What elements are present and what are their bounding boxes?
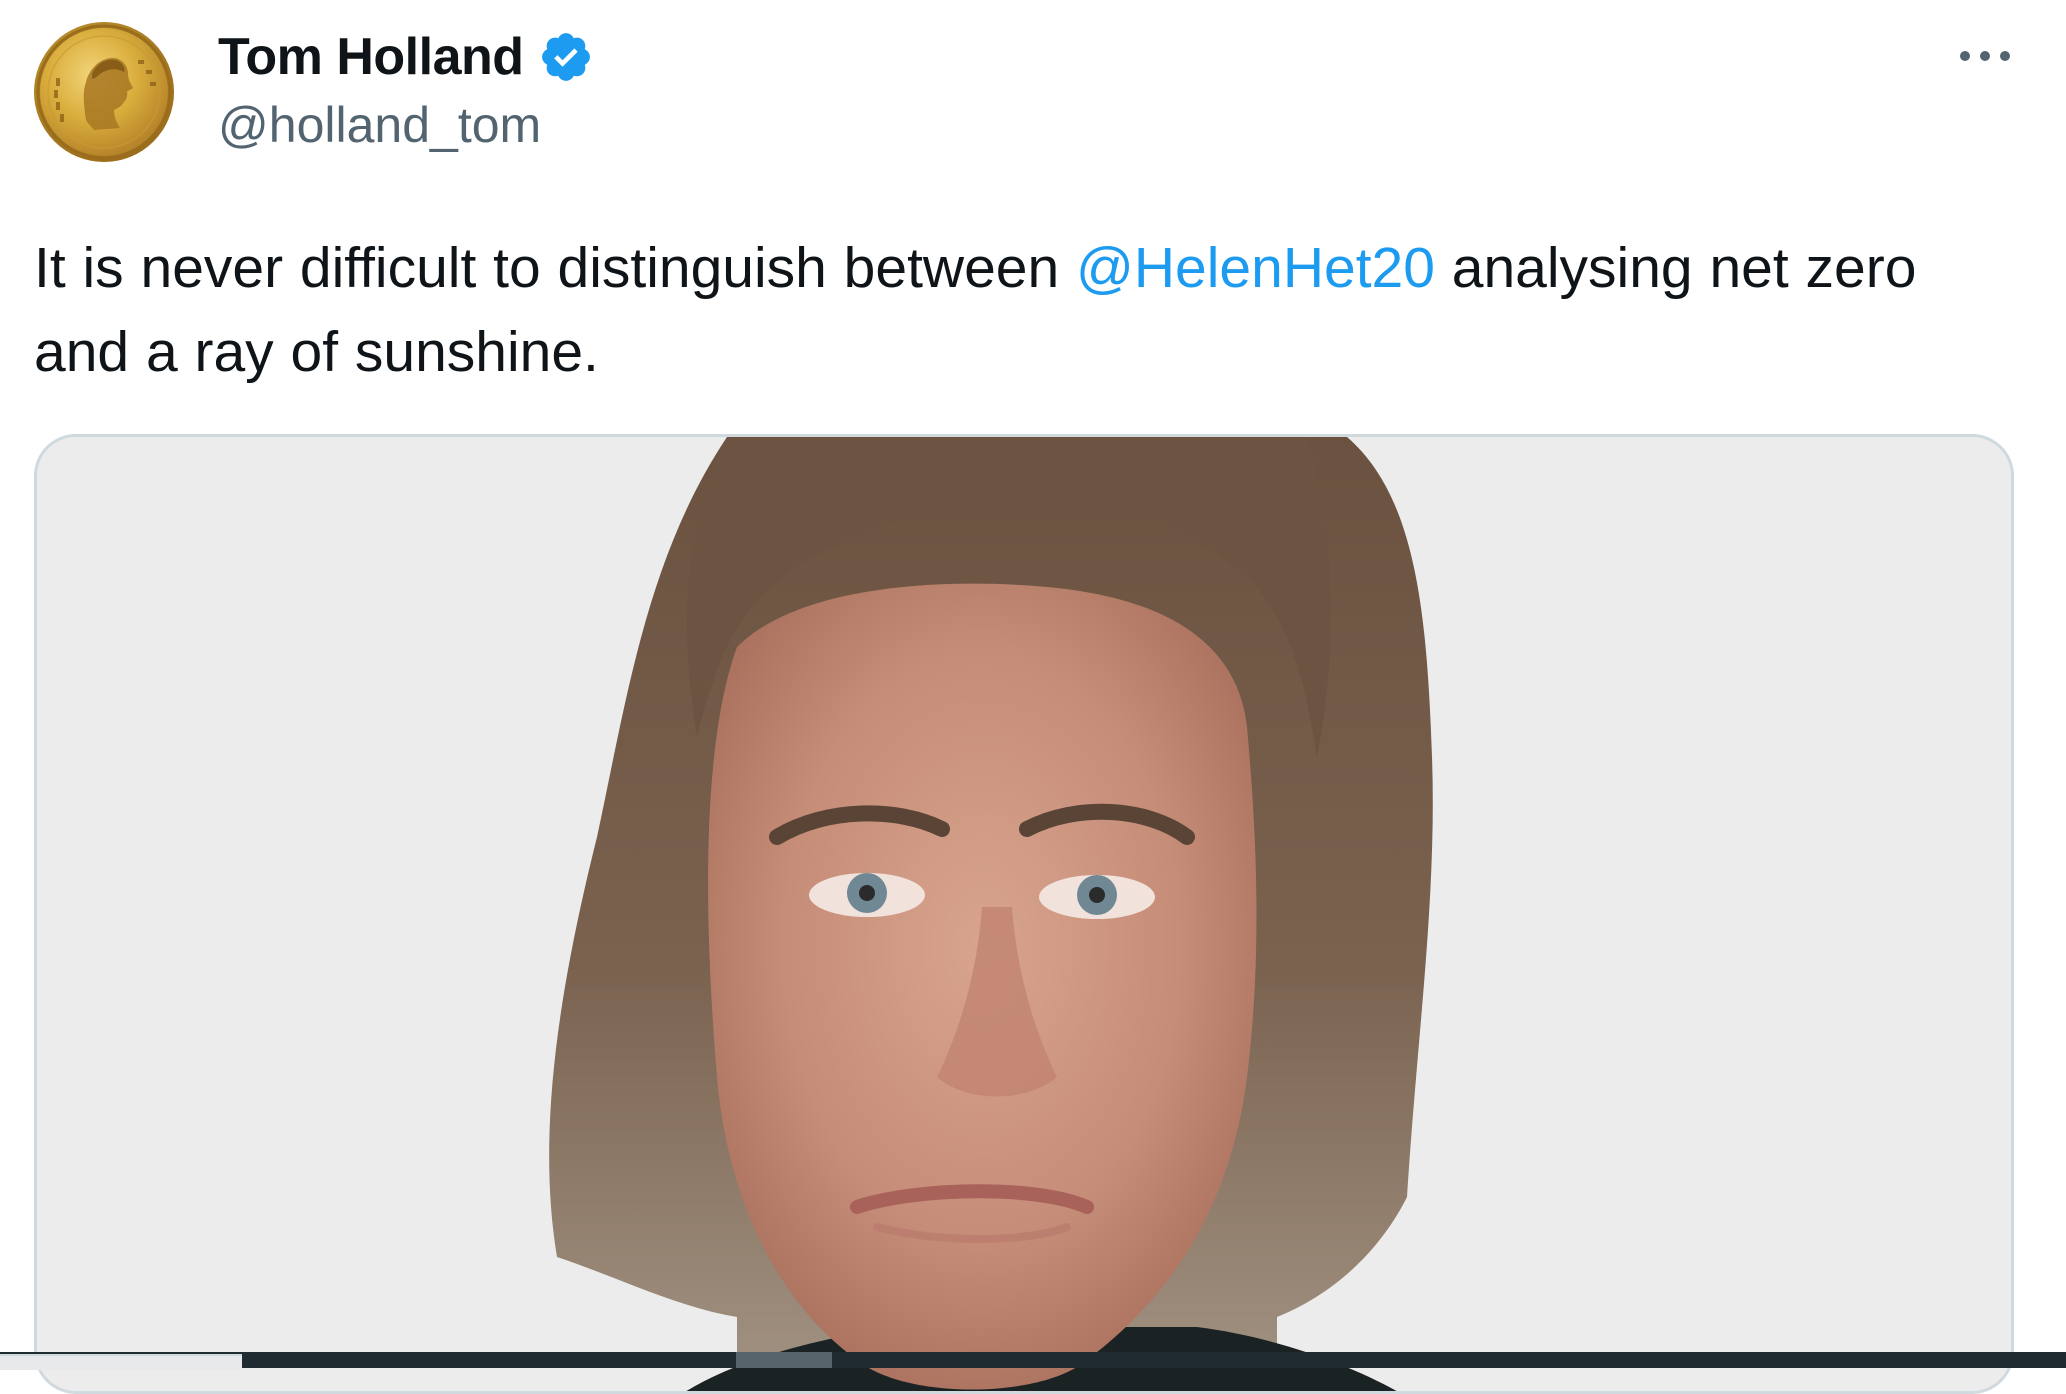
author-avatar[interactable] bbox=[34, 22, 174, 162]
mention-link[interactable]: @HelenHet20 bbox=[1076, 236, 1435, 300]
tweet-card: Tom Holland @holland_tom It is never dif… bbox=[0, 0, 2066, 1394]
horizontal-scrollbar-thumb[interactable] bbox=[736, 1352, 832, 1368]
roman-coin-icon bbox=[36, 24, 172, 160]
tweet-media-photo[interactable] bbox=[34, 434, 2014, 1394]
more-horizontal-icon bbox=[1960, 51, 2010, 61]
more-options-button[interactable] bbox=[1950, 36, 2020, 76]
author-handle[interactable]: @holland_tom bbox=[218, 96, 541, 154]
browser-bottom-bar bbox=[0, 1352, 2066, 1368]
tweet-text: It is never difficult to distinguish bet… bbox=[34, 226, 2024, 394]
portrait-photo bbox=[37, 437, 2011, 1391]
tweet-text-before: It is never difficult to distinguish bet… bbox=[34, 236, 1077, 300]
author-display-name[interactable]: Tom Holland bbox=[218, 27, 524, 87]
verified-badge-icon bbox=[541, 33, 590, 81]
author-name-row: Tom Holland bbox=[218, 26, 594, 88]
